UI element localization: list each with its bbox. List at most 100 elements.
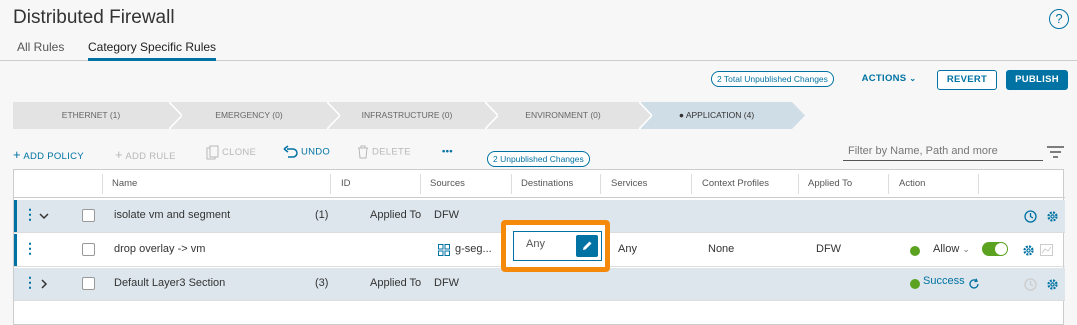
gear-icon[interactable] bbox=[1022, 244, 1035, 257]
tab-bar: All Rules Category Specific Rules bbox=[0, 37, 1077, 61]
column-services[interactable]: Services bbox=[611, 178, 647, 189]
copy-icon bbox=[206, 145, 219, 160]
destinations-field[interactable]: Any bbox=[513, 231, 602, 261]
destinations-value: Any bbox=[526, 238, 545, 250]
clone-label: CLONE bbox=[221, 147, 257, 159]
pencil-icon bbox=[583, 241, 592, 250]
row-checkbox[interactable] bbox=[82, 243, 95, 256]
gear-icon[interactable] bbox=[1046, 210, 1059, 223]
history-icon[interactable] bbox=[1024, 210, 1037, 223]
status-dot-icon bbox=[910, 246, 920, 256]
category-environment[interactable]: ENVIRONMENT (0) bbox=[487, 102, 652, 129]
chevron-down-icon: ⌄ bbox=[962, 244, 970, 254]
tab-category-specific-rules[interactable]: Category Specific Rules bbox=[88, 40, 217, 61]
segment-group-icon bbox=[438, 244, 450, 256]
add-policy-button[interactable]: + ADD POLICY bbox=[13, 147, 84, 162]
edit-destinations-button[interactable] bbox=[576, 235, 598, 257]
column-destinations[interactable]: Destinations bbox=[521, 178, 573, 189]
category-label: APPLICATION (4) bbox=[685, 110, 755, 120]
category-infrastructure[interactable]: INFRASTRUCTURE (0) bbox=[329, 102, 498, 129]
services-value[interactable]: Any bbox=[618, 243, 637, 255]
policy-name[interactable]: Default Layer3 Section bbox=[114, 277, 225, 289]
column-divider bbox=[102, 174, 103, 194]
sources-value[interactable]: g-seg... bbox=[455, 243, 492, 255]
status-text[interactable]: Success bbox=[923, 275, 965, 287]
rule-count: (1) bbox=[315, 209, 329, 221]
undo-button[interactable]: UNDO bbox=[283, 145, 330, 159]
delete-label: DELETE bbox=[371, 146, 411, 158]
applied-to-label: Applied To bbox=[370, 277, 422, 289]
undo-icon bbox=[283, 145, 298, 158]
rule-name[interactable]: drop overlay -> vm bbox=[114, 243, 205, 255]
column-id[interactable]: ID bbox=[341, 178, 351, 189]
undo-label: UNDO bbox=[300, 146, 331, 158]
grid-header: Name ID Sources Destinations Services Co… bbox=[14, 170, 1065, 198]
category-label: EMERGENCY (0) bbox=[215, 110, 283, 120]
kebab-menu-icon[interactable]: ⋮ bbox=[23, 207, 37, 221]
history-icon[interactable] bbox=[1024, 278, 1037, 291]
column-divider bbox=[798, 174, 799, 194]
chevron-down-icon[interactable] bbox=[39, 213, 49, 220]
chevron-separator-icon bbox=[327, 102, 340, 129]
clone-button[interactable]: CLONE bbox=[206, 145, 256, 160]
chevron-separator-icon bbox=[639, 102, 652, 129]
gear-icon[interactable] bbox=[1046, 278, 1059, 291]
policy-name[interactable]: isolate vm and segment bbox=[114, 209, 230, 221]
unpublished-changes-badge[interactable]: 2 Unpublished Changes bbox=[487, 151, 590, 167]
column-divider bbox=[330, 174, 331, 194]
kebab-menu-icon[interactable]: ⋮ bbox=[23, 241, 37, 255]
category-emergency[interactable]: EMERGENCY (0) bbox=[171, 102, 340, 129]
kebab-menu-icon[interactable]: ⋮ bbox=[23, 275, 37, 289]
chevron-down-icon: ⌄ bbox=[909, 74, 917, 83]
selection-bar bbox=[14, 200, 17, 232]
category-application[interactable]: ● APPLICATION (4) bbox=[641, 102, 805, 129]
page-title: Distributed Firewall bbox=[13, 7, 175, 28]
actions-dropdown[interactable]: ACTIONS ⌄ bbox=[858, 70, 920, 90]
row-checkbox[interactable] bbox=[82, 209, 95, 222]
context-profiles-value[interactable]: None bbox=[708, 243, 734, 255]
trash-icon bbox=[358, 145, 368, 159]
active-dot-icon: ● bbox=[678, 110, 686, 120]
column-divider bbox=[511, 174, 512, 194]
column-divider bbox=[420, 174, 421, 194]
tab-all-rules[interactable]: All Rules bbox=[17, 40, 64, 54]
column-name[interactable]: Name bbox=[112, 178, 137, 189]
rule-count: (3) bbox=[315, 277, 329, 289]
total-unpublished-changes-badge[interactable]: 2 Total Unpublished Changes bbox=[711, 71, 834, 87]
column-sources[interactable]: Sources bbox=[430, 178, 465, 189]
destinations-highlight: Any bbox=[501, 220, 610, 272]
chevron-right-icon[interactable] bbox=[41, 279, 48, 289]
column-applied-to[interactable]: Applied To bbox=[808, 178, 852, 189]
category-ethernet[interactable]: ETHERNET (1) bbox=[13, 102, 182, 129]
filter-input[interactable]: Filter by Name, Path and more bbox=[843, 141, 1043, 161]
revert-button[interactable]: REVERT bbox=[937, 70, 997, 90]
category-label: ETHERNET (1) bbox=[61, 110, 121, 120]
help-icon[interactable]: ? bbox=[1049, 9, 1069, 29]
actions-label: ACTIONS bbox=[861, 73, 907, 84]
chevron-separator-icon bbox=[169, 102, 182, 129]
chevron-separator-icon bbox=[792, 102, 805, 129]
column-divider bbox=[888, 174, 889, 194]
applied-to-value[interactable]: DFW bbox=[434, 277, 459, 289]
column-divider bbox=[691, 174, 692, 194]
category-breadcrumb: ETHERNET (1) EMERGENCY (0) INFRASTRUCTUR… bbox=[13, 102, 805, 129]
row-checkbox[interactable] bbox=[82, 277, 95, 290]
delete-button[interactable]: DELETE bbox=[357, 145, 411, 159]
column-action[interactable]: Action bbox=[899, 178, 925, 189]
publish-button[interactable]: PUBLISH bbox=[1006, 70, 1068, 90]
more-actions-button[interactable]: ••• bbox=[442, 146, 453, 157]
action-select[interactable]: Allow ⌄ bbox=[933, 243, 970, 255]
refresh-icon[interactable] bbox=[968, 278, 980, 290]
filter-lines-icon[interactable] bbox=[1047, 146, 1064, 158]
category-label: INFRASTRUCTURE (0) bbox=[361, 110, 453, 120]
column-context-profiles[interactable]: Context Profiles bbox=[702, 178, 769, 189]
column-divider bbox=[978, 174, 979, 194]
policy-row[interactable]: ⋮ Default Layer3 Section (3) Applied To … bbox=[14, 268, 1065, 301]
category-label: ENVIRONMENT (0) bbox=[525, 110, 601, 120]
rule-enable-toggle[interactable] bbox=[982, 242, 1008, 256]
add-rule-button[interactable]: + ADD RULE bbox=[115, 147, 176, 162]
applied-to-value[interactable]: DFW bbox=[434, 209, 459, 221]
applied-to-value[interactable]: DFW bbox=[816, 243, 841, 255]
action-select-value: Allow bbox=[933, 243, 960, 255]
column-divider bbox=[600, 174, 601, 194]
